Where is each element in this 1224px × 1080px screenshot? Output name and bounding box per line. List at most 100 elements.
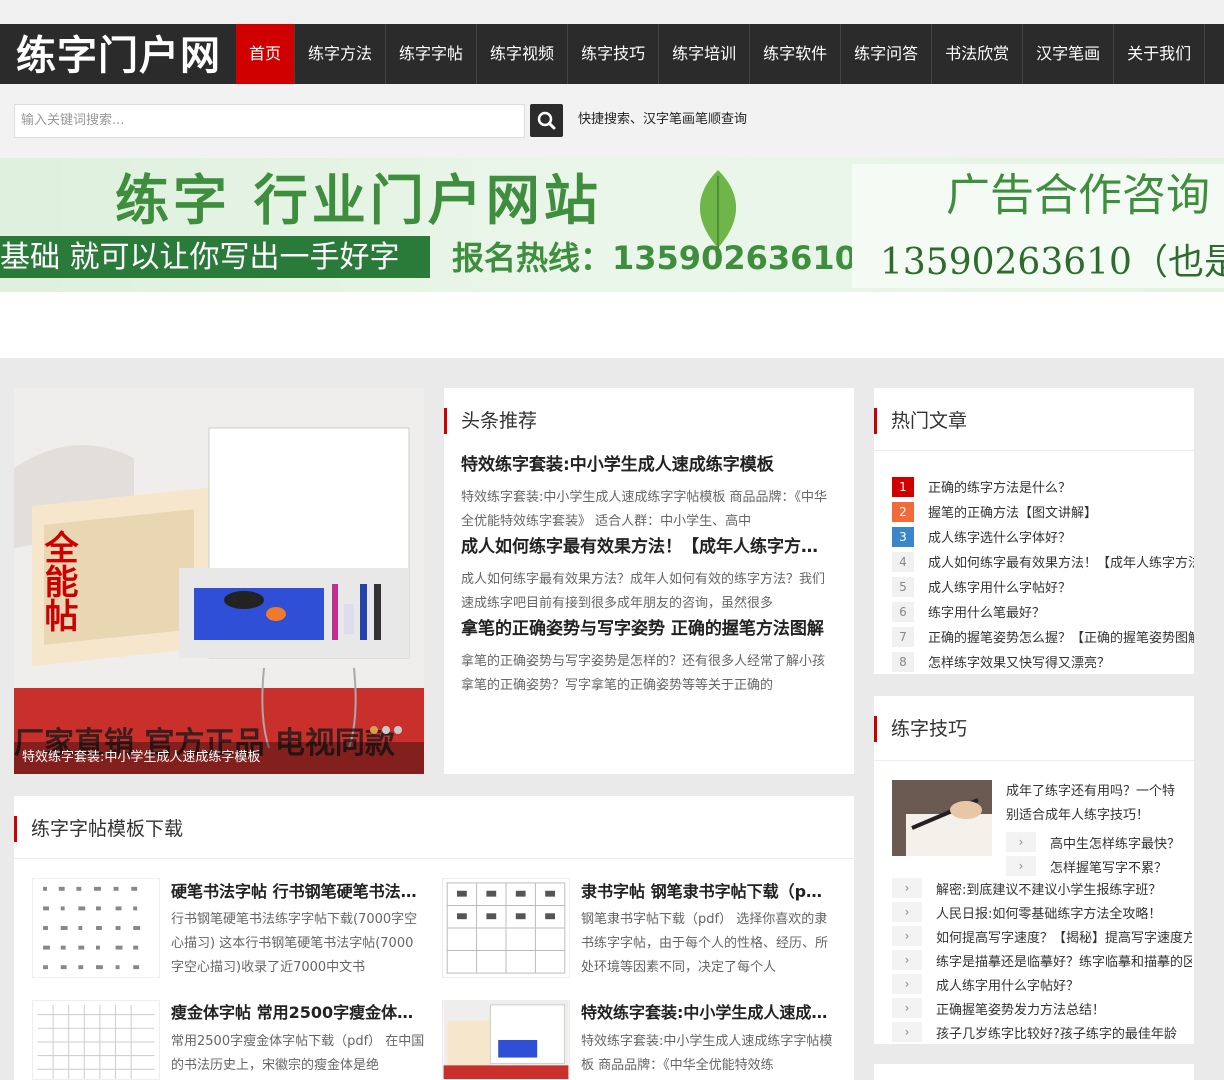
chevron-right-icon: › — [892, 998, 922, 1018]
download-title[interactable]: 硬笔书法字帖 行书钢笔硬笔书法练字字帖下载 — [171, 880, 421, 904]
nav-item-training[interactable]: 练字培训 — [659, 24, 751, 84]
tip-link[interactable]: 练字是描摹还是临摹好？练字临摹和描摹的区别 — [936, 951, 1192, 970]
list-item[interactable]: 7 正确的握笔姿势怎么握？【正确的握笔姿势图解】 — [892, 624, 1194, 649]
tip-link[interactable]: 成人练字用什么字帖好？ — [936, 975, 1079, 994]
divider — [874, 450, 1194, 451]
slider-dot[interactable] — [394, 726, 402, 734]
headline-title[interactable]: 拿笔的正确姿势与写字姿势 正确的握笔方法图解 — [461, 616, 831, 642]
hot-article-link[interactable]: 怎样练字效果又快写得又漂亮？ — [928, 652, 1110, 671]
chevron-right-icon: › — [892, 974, 922, 994]
tip-link[interactable]: 孩子几岁练字比较好?孩子练字的最佳年龄 — [936, 1023, 1177, 1042]
list-item[interactable]: 3 成人练字选什么字体好？ — [892, 524, 1194, 549]
list-item[interactable]: 2 握笔的正确方法【图文讲解】 — [892, 499, 1194, 524]
top-strip — [0, 0, 1224, 24]
tips-list: › 解密:到底建议不建议小学生报练字班？ › 人民日报:如何零基础练字方法全攻略！ … — [892, 876, 1192, 1044]
list-item[interactable]: › 孩子几岁练字比较好?孩子练字的最佳年龄 — [892, 1020, 1192, 1044]
box-label: 全能帖 — [38, 530, 78, 632]
nav-item-strokes[interactable]: 汉字笔画 — [1023, 24, 1115, 84]
list-item[interactable]: › 如何提高写字速度？【揭秘】提高写字速度方法 — [892, 924, 1192, 948]
main-nav: 首页 练字方法 练字字帖 练字视频 练字技巧 练字培训 练字软件 练字问答 书法… — [236, 24, 1206, 84]
tip-link[interactable]: 如何提高写字速度？【揭秘】提高写字速度方法 — [936, 927, 1192, 946]
nav-item-home[interactable]: 首页 — [236, 24, 296, 84]
chevron-right-icon: › — [892, 878, 922, 898]
download-title[interactable]: 瘦金体字帖 常用2500字瘦金体字帖下载 — [171, 1001, 423, 1025]
chevron-right-icon: › — [892, 926, 922, 946]
nav-item-skills[interactable]: 练字技巧 — [568, 24, 660, 84]
list-item[interactable]: › 练字是描摹还是临摹好？练字临摹和描摹的区别 — [892, 948, 1192, 972]
headline-desc: 拿笔的正确姿势与写字姿势是怎样的？还有很多人经常了解小孩拿笔的正确姿势？写字拿笔… — [461, 654, 826, 693]
hot-article-link[interactable]: 成人如何练字最有效果方法！【成年人练字方法】 — [928, 552, 1194, 571]
search-icon — [537, 111, 556, 130]
rank-badge: 7 — [892, 626, 914, 647]
tip-link[interactable]: 高中生怎样练字最快？ — [1050, 833, 1180, 852]
headline-title[interactable]: 成人如何练字最有效果方法！【成年人练字方法】 — [461, 534, 831, 560]
quick-search-links[interactable]: 快捷搜索、汉字笔画笔顺查询 — [578, 110, 747, 130]
nav-item-qa[interactable]: 练字问答 — [841, 24, 933, 84]
slider-caption[interactable]: 特效练字套装:中小学生成人速成练字模板 — [14, 742, 424, 774]
tip-link[interactable]: 正确握笔姿势发力方法总结！ — [936, 999, 1105, 1018]
nav-item-copybooks[interactable]: 练字字帖 — [386, 24, 478, 84]
tips-featured-link[interactable]: 成年了练字还有用吗？一个特别适合成年人练字技巧！ — [1006, 780, 1186, 828]
slider-dot[interactable] — [382, 726, 390, 734]
list-item[interactable]: › 成人练字用什么字帖好？ — [892, 972, 1192, 996]
headline-desc: 成人如何练字最有效果方法？成年人如何有效的练字方法？我们速成练字吧目前有接到很多… — [461, 572, 826, 611]
slider-dot[interactable] — [370, 726, 378, 734]
tip-link[interactable]: 人民日报:如何零基础练字方法全攻略！ — [936, 903, 1161, 922]
divider — [874, 760, 1194, 761]
list-item[interactable]: › 人民日报:如何零基础练字方法全攻略！ — [892, 900, 1192, 924]
tip-link[interactable]: 解密:到底建议不建议小学生报练字班？ — [936, 879, 1161, 898]
hot-article-link[interactable]: 成人练字用什么字帖好？ — [928, 577, 1071, 596]
search-button[interactable] — [530, 104, 563, 137]
nav-item-about[interactable]: 关于我们 — [1114, 24, 1206, 84]
nav-item-videos[interactable]: 练字视频 — [477, 24, 569, 84]
hot-article-link[interactable]: 练字用什么笔最好？ — [928, 602, 1045, 621]
download-title[interactable]: 隶书字帖 钢笔隶书字帖下载（pdf） — [581, 880, 831, 904]
chevron-right-icon: › — [1006, 856, 1036, 876]
list-item[interactable]: 5 成人练字用什么字帖好？ — [892, 574, 1194, 599]
nav-item-methods[interactable]: 练字方法 — [295, 24, 387, 84]
tips-thumbnail[interactable] — [892, 780, 992, 856]
headlines-title: 头条推荐 — [444, 408, 537, 434]
nav-item-calligraphy[interactable]: 书法欣赏 — [932, 24, 1024, 84]
list-item[interactable]: 6 练字用什么笔最好？ — [892, 599, 1194, 624]
rank-badge: 5 — [892, 576, 914, 597]
hot-article-link[interactable]: 正确的握笔姿势怎么握？【正确的握笔姿势图解】 — [928, 627, 1194, 646]
download-title[interactable]: 特效练字套装:中小学生成人速成练字模板 — [581, 1001, 831, 1025]
tips-sublist: › 高中生怎样练字最快？ › 怎样握笔写字不累？ — [1006, 830, 1192, 878]
list-item[interactable]: › 怎样握笔写字不累？ — [1006, 854, 1192, 878]
list-item[interactable]: › 解密:到底建议不建议小学生报练字班？ — [892, 876, 1192, 900]
headline-title[interactable]: 特效练字套装:中小学生成人速成练字模板 — [461, 452, 831, 478]
copybook-thumbnail[interactable] — [442, 878, 570, 978]
headline-desc: 特效练字套装:中小学生成人速成练字字帖模板 商品品牌：《中华全优能特效练字套装》… — [461, 490, 828, 529]
list-item[interactable]: 4 成人如何练字最有效果方法！【成年人练字方法】 — [892, 549, 1194, 574]
list-item[interactable]: › 正确握笔姿势发力方法总结！ — [892, 996, 1192, 1020]
hot-article-link[interactable]: 正确的练字方法是什么？ — [928, 477, 1071, 496]
banner-ad-text: 广告合作咨询 — [946, 170, 1210, 221]
chevron-right-icon: › — [892, 1022, 922, 1042]
search-input[interactable]: 输入关键词搜索... — [14, 104, 525, 138]
tip-link[interactable]: 怎样握笔写字不累？ — [1050, 857, 1167, 876]
list-item[interactable]: 8 怎样练字效果又快写得又漂亮？ — [892, 649, 1194, 674]
download-desc: 常用2500字瘦金体字帖下载（pdf） 在中国的书法历史上，宋徽宗的瘦金体是绝 — [171, 1034, 425, 1073]
rank-badge: 1 — [892, 476, 914, 497]
list-item[interactable]: 1 正确的练字方法是什么？ — [892, 474, 1194, 499]
rank-badge: 4 — [892, 551, 914, 572]
chevron-right-icon: › — [892, 950, 922, 970]
copybook-thumbnail[interactable] — [32, 1000, 160, 1080]
hot-article-link[interactable]: 成人练字选什么字体好？ — [928, 527, 1071, 546]
nav-item-software[interactable]: 练字软件 — [750, 24, 842, 84]
site-logo[interactable]: 练字门户网 — [16, 34, 221, 78]
product-thumbnail[interactable] — [442, 1000, 570, 1080]
list-item[interactable]: › 高中生怎样练字最快？ — [1006, 830, 1192, 854]
rank-badge: 6 — [892, 601, 914, 622]
download-desc: 行书钢笔硬笔书法练字字帖下载(7000字空心描习) 这本行书钢笔硬笔书法字帖(7… — [171, 912, 418, 975]
rank-badge: 3 — [892, 526, 914, 547]
hot-article-link[interactable]: 握笔的正确方法【图文讲解】 — [928, 502, 1097, 521]
slider-dots — [370, 726, 402, 734]
copybook-thumbnail[interactable] — [32, 878, 160, 978]
banner-phone-2: 13590263610（也是微 — [880, 242, 1224, 283]
banner-slogan: 基础 就可以让你写出一手好字 — [0, 240, 400, 275]
download-desc: 钢笔隶书字帖下载（pdf） 选择你喜欢的隶书练字字帖，由于每个人的性格、经历、所… — [581, 912, 829, 975]
banner-title: 练字 行业门户网站 — [115, 169, 602, 232]
chevron-right-icon: › — [1006, 832, 1036, 852]
